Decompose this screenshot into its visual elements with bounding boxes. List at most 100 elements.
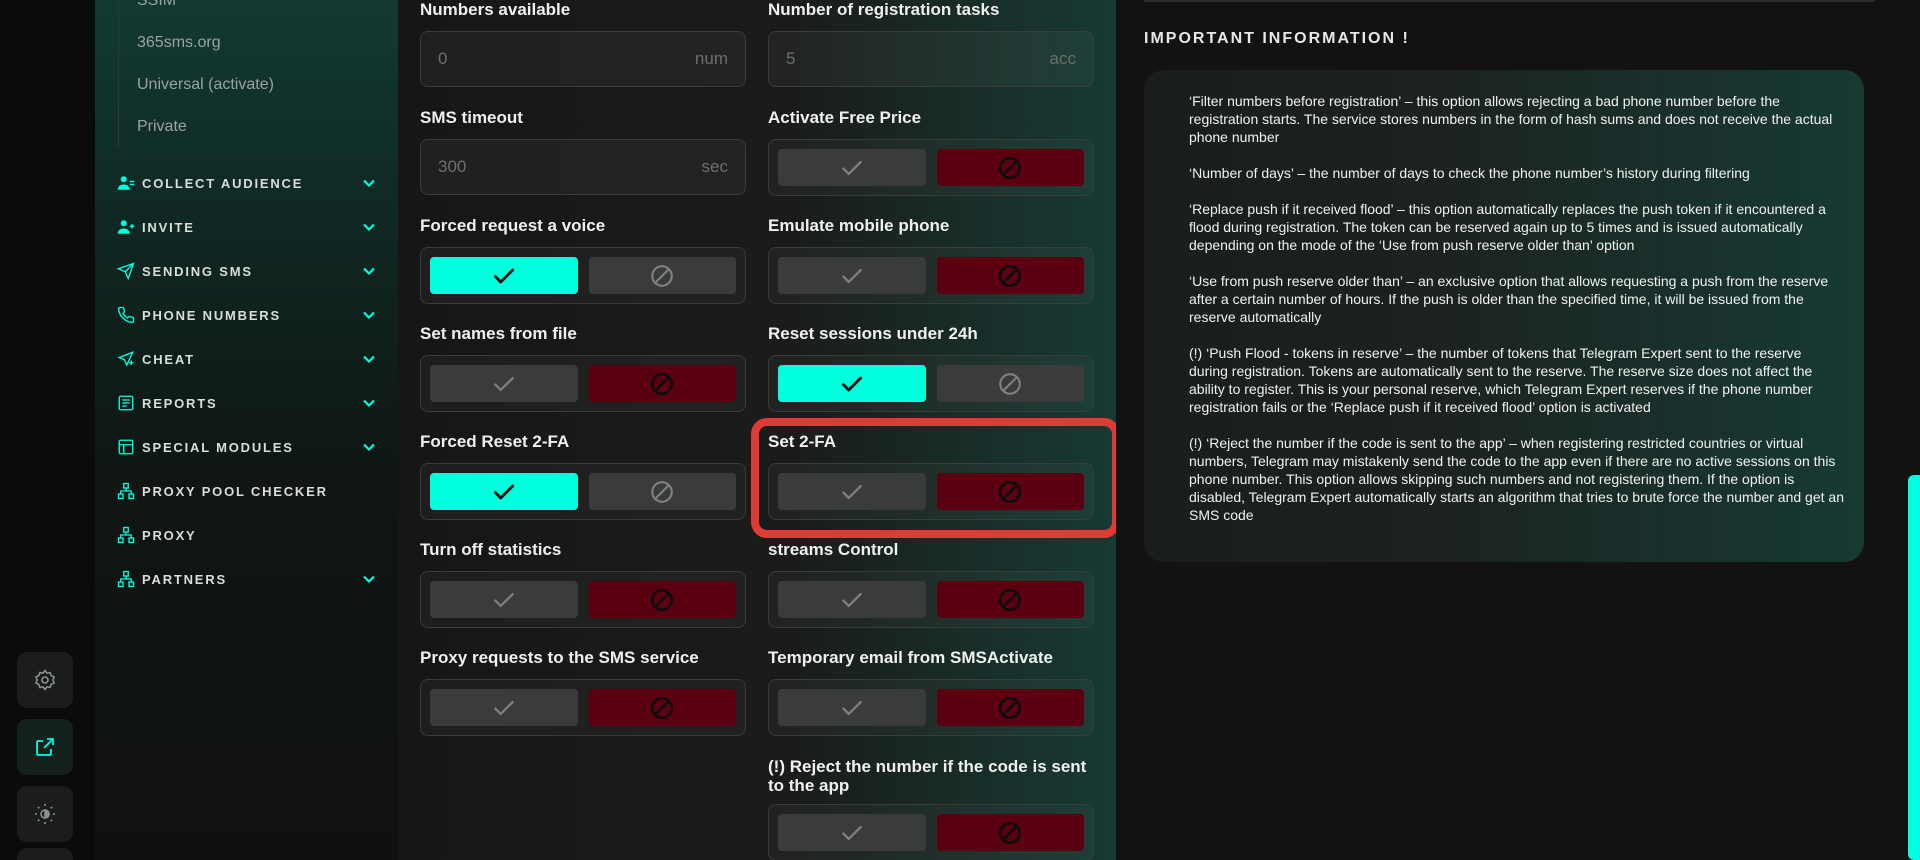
chevron-down-icon [363, 443, 375, 452]
enable-option[interactable] [778, 581, 926, 618]
block-icon [997, 263, 1023, 289]
sidebar-item-label: INVITE [142, 219, 195, 235]
enable-option[interactable] [778, 689, 926, 726]
sidebar-item-special-modules[interactable]: SPECIAL MODULES [117, 425, 377, 469]
info-paragraph: ‘Use from push reserve older than’ – an … [1189, 273, 1829, 325]
scrollbar-thumb[interactable] [1908, 475, 1920, 860]
sidebar-item-sending-sms[interactable]: SENDING SMS [117, 249, 377, 293]
enable-option[interactable] [430, 257, 578, 294]
block-icon [997, 587, 1023, 613]
field-title: (!) Reject the number if the code is sen… [768, 757, 1087, 795]
block-icon [649, 587, 675, 613]
rail-button-partial[interactable] [17, 848, 73, 860]
sidebar-item-phone-numbers[interactable]: PHONE NUMBERS [117, 293, 377, 337]
enable-option[interactable] [778, 149, 926, 186]
temporary-email-field: Temporary email from SMSActivate [768, 648, 1094, 736]
reset-sessions-toggle [768, 355, 1094, 412]
enable-option[interactable] [778, 814, 926, 851]
disable-option[interactable] [588, 689, 736, 726]
enable-option[interactable] [430, 473, 578, 510]
network-icon [117, 570, 135, 588]
disable-option[interactable] [588, 473, 736, 510]
chevron-down-icon [363, 399, 375, 408]
sidebar-subitem[interactable]: 365sms.org [137, 22, 274, 64]
info-paragraph: (!) ‘Push Flood - tokens in reserve’ – t… [1189, 345, 1813, 415]
registration-tasks-input[interactable]: 5 acc [768, 31, 1094, 87]
external-link-button[interactable] [17, 719, 73, 775]
disable-option[interactable] [936, 257, 1084, 294]
field-title: Number of registration tasks [768, 0, 1000, 19]
sidebar-item-proxy-pool-checker[interactable]: PROXY POOL CHECKER [117, 469, 377, 513]
disable-option[interactable] [588, 581, 736, 618]
sms-timeout-input[interactable]: 300 sec [420, 139, 746, 195]
disable-option[interactable] [936, 365, 1084, 402]
sidebar-item-label: SENDING SMS [142, 263, 253, 279]
sidebar-item-label: SPECIAL MODULES [142, 439, 294, 455]
external-link-icon [36, 738, 54, 756]
settings-icon [34, 669, 56, 691]
check-icon [491, 263, 517, 289]
disable-option[interactable] [936, 149, 1084, 186]
sidebar-item-label: PHONE NUMBERS [142, 307, 281, 323]
send-plus-icon [117, 351, 135, 367]
chevron-down-icon [363, 311, 375, 320]
forced-reset-2fa-toggle [420, 463, 746, 520]
info-paragraph: ‘Number of days’ – the number of days to… [1189, 165, 1750, 181]
sidebar-item-label: PROXY [142, 527, 197, 543]
sidebar-subitem[interactable]: Private [137, 106, 274, 148]
enable-option[interactable] [430, 689, 578, 726]
theme-toggle-button[interactable] [17, 786, 73, 842]
chevron-down-icon [363, 223, 375, 232]
phone-icon [117, 306, 135, 324]
send-icon [117, 262, 135, 280]
highlight-frame [751, 418, 1120, 538]
disable-option[interactable] [936, 689, 1084, 726]
sms-service-submenu: SSIM 365sms.org Universal (activate) Pri… [118, 0, 274, 148]
forced-request-voice-toggle [420, 247, 746, 304]
sidebar-item-invite[interactable]: INVITE [117, 205, 377, 249]
enable-option[interactable] [778, 257, 926, 294]
sidebar-subitem[interactable]: SSIM [137, 0, 274, 22]
check-icon [491, 695, 517, 721]
enable-option[interactable] [778, 365, 926, 402]
set-names-from-file-field: Set names from file [420, 324, 746, 412]
settings-button[interactable] [17, 652, 73, 708]
check-icon [839, 371, 865, 397]
field-title: Reset sessions under 24h [768, 324, 978, 343]
sidebar-item-collect-audience[interactable]: COLLECT AUDIENCE [117, 161, 377, 205]
network-icon [117, 482, 135, 500]
users-icon [117, 176, 135, 190]
chevron-down-icon [363, 267, 375, 276]
streams-control-toggle [768, 571, 1094, 628]
block-icon [649, 695, 675, 721]
field-title: Activate Free Price [768, 108, 922, 127]
divider [1144, 0, 1875, 2]
emulate-mobile-field: Emulate mobile phone [768, 216, 1094, 304]
disable-option[interactable] [936, 581, 1084, 618]
enable-option[interactable] [430, 365, 578, 402]
field-title: Emulate mobile phone [768, 216, 950, 235]
numbers-available-input[interactable]: 0 num [420, 31, 746, 87]
info-box: ‘Filter numbers before registration’ – t… [1144, 70, 1864, 562]
sidebar-item-reports[interactable]: REPORTS [117, 381, 377, 425]
set-names-from-file-toggle [420, 355, 746, 412]
enable-option[interactable] [430, 581, 578, 618]
info-paragraph: ‘Filter numbers before registration’ – t… [1189, 93, 1833, 145]
left-rail [0, 0, 95, 860]
check-icon [491, 371, 517, 397]
chevron-down-icon [363, 355, 375, 364]
disable-option[interactable] [588, 365, 736, 402]
sidebar-item-label: PARTNERS [142, 571, 227, 587]
check-icon [839, 695, 865, 721]
sidebar-subitem[interactable]: Universal (activate) [137, 64, 274, 106]
field-title: Set names from file [420, 324, 577, 343]
block-icon [997, 371, 1023, 397]
disable-option[interactable] [588, 257, 736, 294]
user-plus-icon [117, 220, 135, 234]
sidebar-item-cheat[interactable]: CHEAT [117, 337, 377, 381]
disable-option[interactable] [936, 814, 1084, 851]
sidebar-item-partners[interactable]: PARTNERS [117, 557, 377, 601]
block-icon [649, 263, 675, 289]
sidebar-item-proxy[interactable]: PROXY [117, 513, 377, 557]
info-section: IMPORTANT INFORMATION ! ‘Filter numbers … [1116, 0, 1920, 860]
